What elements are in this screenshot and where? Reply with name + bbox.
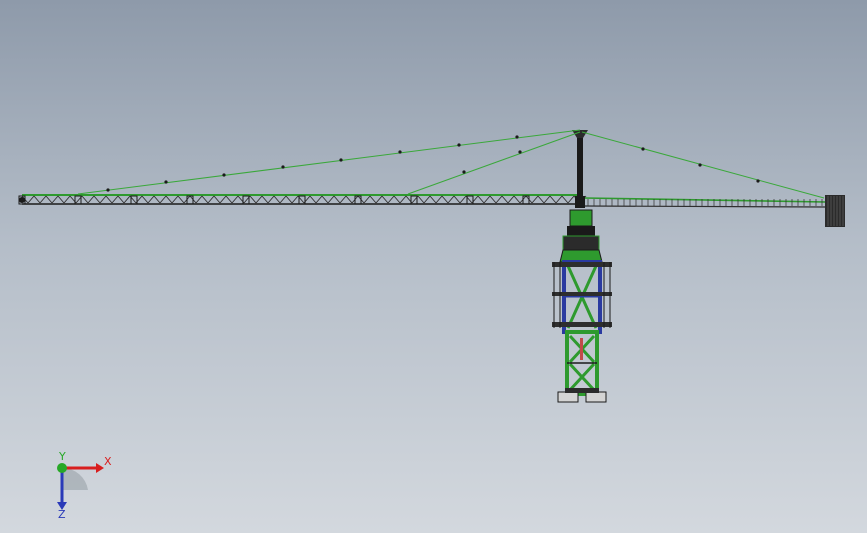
- z-axis-label: Z: [58, 508, 66, 520]
- tower-mast: [552, 260, 612, 396]
- orientation-triad[interactable]: X Y Z: [40, 450, 120, 520]
- pendant-cables: [77, 129, 825, 199]
- counterweight: [825, 195, 845, 227]
- graphics-viewport[interactable]: X Y Z: [0, 0, 867, 533]
- counter-jib: [583, 197, 827, 208]
- y-axis-label: Y: [58, 450, 66, 463]
- y-axis-dot: [57, 463, 67, 473]
- slewing-unit: [559, 209, 603, 263]
- crane-model[interactable]: [0, 0, 867, 533]
- x-axis-arrowhead: [96, 463, 104, 473]
- jib-truss: [18, 194, 587, 205]
- triad-plane-shade: [62, 467, 88, 490]
- x-axis-label: X: [104, 455, 112, 468]
